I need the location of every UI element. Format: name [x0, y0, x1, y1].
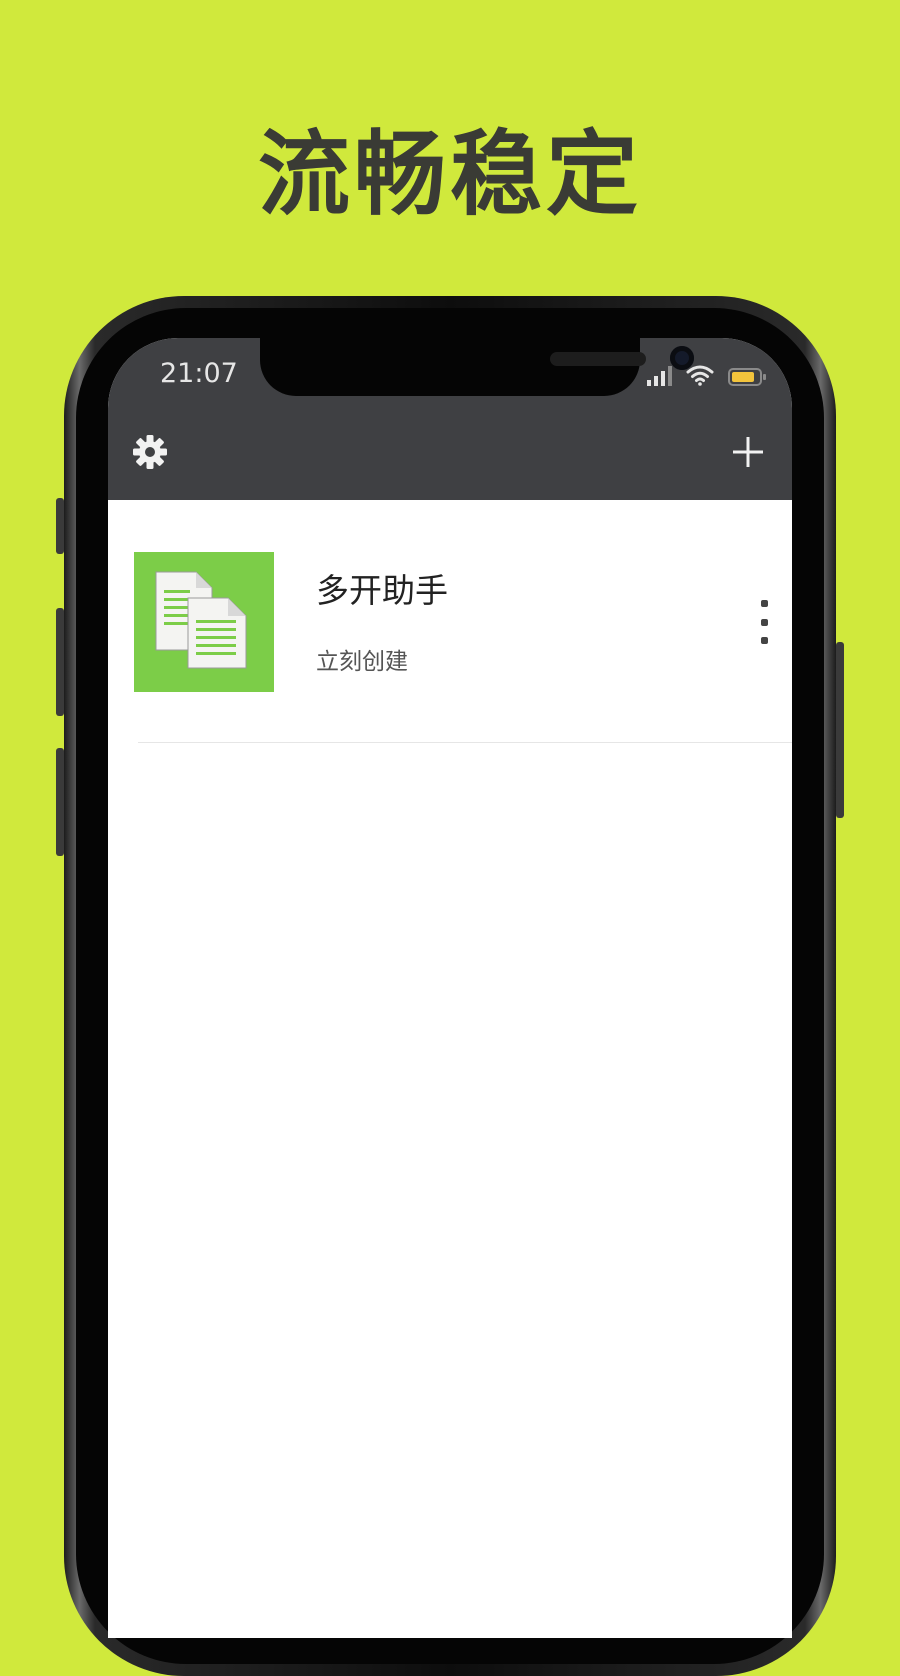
list-item[interactable]: 多开助手 立刻创建 [108, 500, 792, 740]
battery-level [732, 372, 754, 382]
wifi-icon [686, 365, 714, 386]
battery-icon [728, 368, 766, 386]
copy-documents-icon [155, 571, 247, 669]
speaker [550, 352, 646, 366]
item-subtitle[interactable]: 立刻创建 [316, 642, 408, 676]
app-bar: 21:07 [108, 338, 792, 500]
add-button[interactable] [728, 432, 768, 472]
status-icons [647, 364, 766, 386]
phone-screen: 21:07 多开助手 立刻创建 [108, 338, 792, 1638]
plus-icon [733, 437, 763, 467]
status-time: 21:07 [160, 358, 238, 389]
more-vertical-icon[interactable] [750, 600, 778, 644]
signal-icon [647, 366, 672, 386]
gear-icon [133, 435, 167, 469]
phone-side-button-silent [56, 498, 64, 554]
battery-tip [763, 374, 766, 380]
headline: 流畅稳定 [257, 121, 642, 228]
divider [138, 742, 792, 743]
item-title: 多开助手 [316, 571, 448, 610]
notch [260, 338, 694, 396]
phone-side-button-power [836, 642, 844, 818]
phone-side-button-volume-down [56, 748, 64, 856]
phone-side-button-volume-up [56, 608, 64, 716]
app-icon [134, 552, 274, 692]
settings-button[interactable] [130, 432, 170, 472]
